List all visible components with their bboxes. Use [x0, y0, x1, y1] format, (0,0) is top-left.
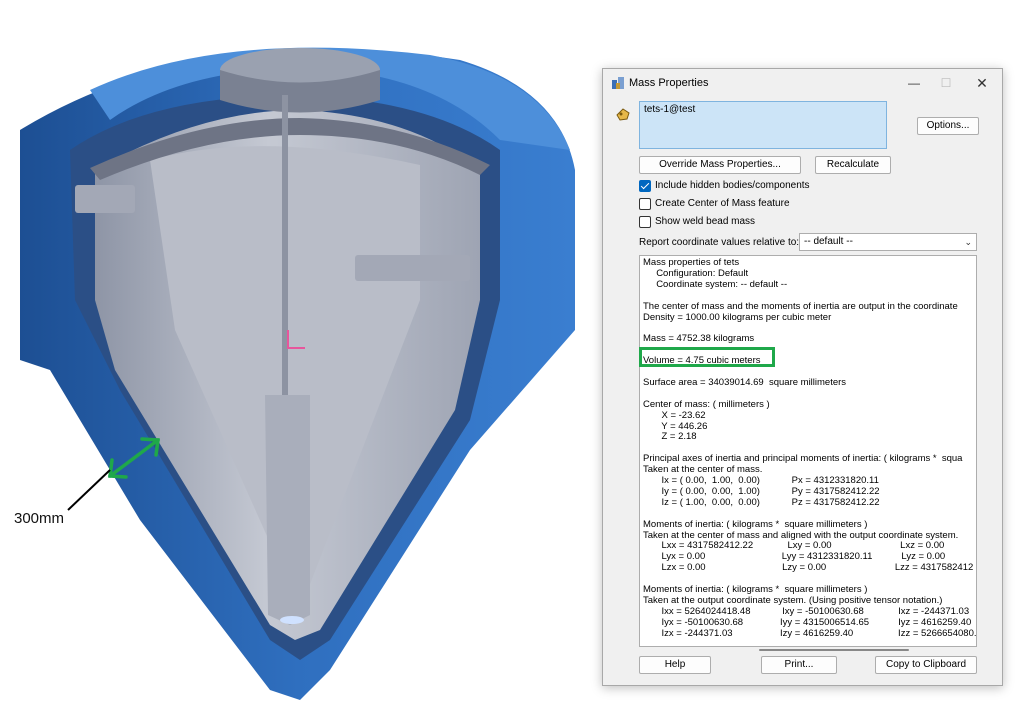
- output-line: Ixx = 5264024418.48 Ixy = -50100630.68 I…: [643, 605, 970, 617]
- dimension-pointer-line: [67, 469, 111, 511]
- thickness-label: 300mm: [14, 510, 65, 527]
- copy-to-clipboard-button[interactable]: Copy to Clipboard: [875, 656, 977, 674]
- recalculate-button[interactable]: Recalculate: [815, 156, 891, 174]
- output-line: Moments of inertia: ( kilograms * square…: [643, 584, 868, 595]
- scrollbar-thumb[interactable]: [759, 649, 909, 651]
- output-line: Taken at the center of mass and aligned …: [643, 529, 959, 541]
- tank-cross-section: [20, 47, 575, 701]
- output-line: Izx = -244371.03 Izy = 4616259.40 Izz = …: [643, 627, 977, 639]
- output-line: X = -23.62: [643, 409, 706, 421]
- help-button[interactable]: Help: [639, 656, 711, 674]
- include-hidden-bodies-checkbox[interactable]: [639, 180, 651, 192]
- override-mass-properties-button[interactable]: Override Mass Properties...: [639, 156, 801, 174]
- output-line: Iz = ( 1.00, 0.00, 0.00) Pz = 4317582412…: [643, 496, 880, 508]
- mass-properties-icon: [612, 77, 624, 89]
- output-line: Coordinate system: -- default --: [643, 278, 788, 290]
- output-line: Iyx = -50100630.68 Iyy = 4315006514.65 I…: [643, 616, 972, 628]
- minimize-button[interactable]: —: [900, 73, 928, 93]
- output-line: Mass = 4752.38 kilograms: [643, 333, 755, 345]
- output-line: Mass properties of tets: [643, 257, 740, 268]
- print-button[interactable]: Print...: [761, 656, 837, 674]
- coordinate-system-value: -- default --: [804, 236, 853, 247]
- cad-model-viewport: [20, 47, 575, 701]
- output-line: Lyx = 0.00 Lyy = 4312331820.11 Lyz = 0.0…: [643, 551, 946, 563]
- output-line: Surface area = 34039014.69 square millim…: [643, 376, 847, 388]
- horizontal-scrollbar[interactable]: [639, 647, 977, 653]
- show-weld-bead-mass-label: Show weld bead mass: [655, 216, 756, 227]
- create-center-of-mass-checkbox[interactable]: [639, 198, 651, 210]
- dialog-titlebar[interactable]: Mass Properties — ☐ ✕: [603, 69, 1002, 97]
- output-line: Center of mass: ( millimeters ): [643, 398, 770, 410]
- output-line: Lxx = 4317582412.22 Lxy = 0.00 Lxz = 0.0…: [643, 540, 945, 552]
- coordinate-system-select[interactable]: -- default -- ⌄: [799, 233, 977, 251]
- options-button[interactable]: Options...: [917, 117, 979, 135]
- mass-properties-dialog: Mass Properties — ☐ ✕ tets-1@test Option…: [602, 68, 1003, 686]
- output-line: Iy = ( 0.00, 0.00, 1.00) Py = 4317582412…: [643, 485, 880, 497]
- selected-item[interactable]: tets-1@test: [644, 104, 695, 115]
- output-line: Taken at the output coordinate system. (…: [643, 594, 943, 606]
- include-hidden-bodies-label: Include hidden bodies/components: [655, 180, 810, 191]
- report-coordinate-label: Report coordinate values relative to:: [639, 237, 800, 248]
- output-line: Moments of inertia: ( kilograms * square…: [643, 518, 868, 530]
- chevron-down-icon: ⌄: [964, 237, 972, 247]
- show-weld-bead-mass-checkbox[interactable]: [639, 216, 651, 228]
- output-line: Principal axes of inertia and principal …: [643, 453, 963, 465]
- output-line: The center of mass and the moments of in…: [643, 300, 958, 312]
- output-line: Configuration: Default: [643, 267, 749, 279]
- maximize-button: ☐: [940, 76, 952, 90]
- dialog-title: Mass Properties: [629, 77, 709, 89]
- output-line: Lzx = 0.00 Lzy = 0.00 Lzz = 4317582412: [643, 562, 974, 574]
- output-line: Y = 446.26: [643, 420, 708, 432]
- close-button[interactable]: ✕: [968, 73, 996, 93]
- output-line: Z = 2.18: [643, 431, 697, 443]
- part-icon: [616, 108, 630, 121]
- mass-properties-output[interactable]: Mass properties of tets Configuration: D…: [639, 255, 977, 647]
- output-line: Ix = ( 0.00, 1.00, 0.00) Px = 4312331820…: [643, 475, 879, 486]
- output-line: Density = 1000.00 kilograms per cubic me…: [643, 311, 832, 323]
- create-center-of-mass-label: Create Center of Mass feature: [655, 198, 790, 209]
- volume-highlight-box: [639, 347, 775, 367]
- selection-list[interactable]: tets-1@test: [639, 101, 887, 149]
- output-line: Taken at the center of mass.: [643, 464, 763, 476]
